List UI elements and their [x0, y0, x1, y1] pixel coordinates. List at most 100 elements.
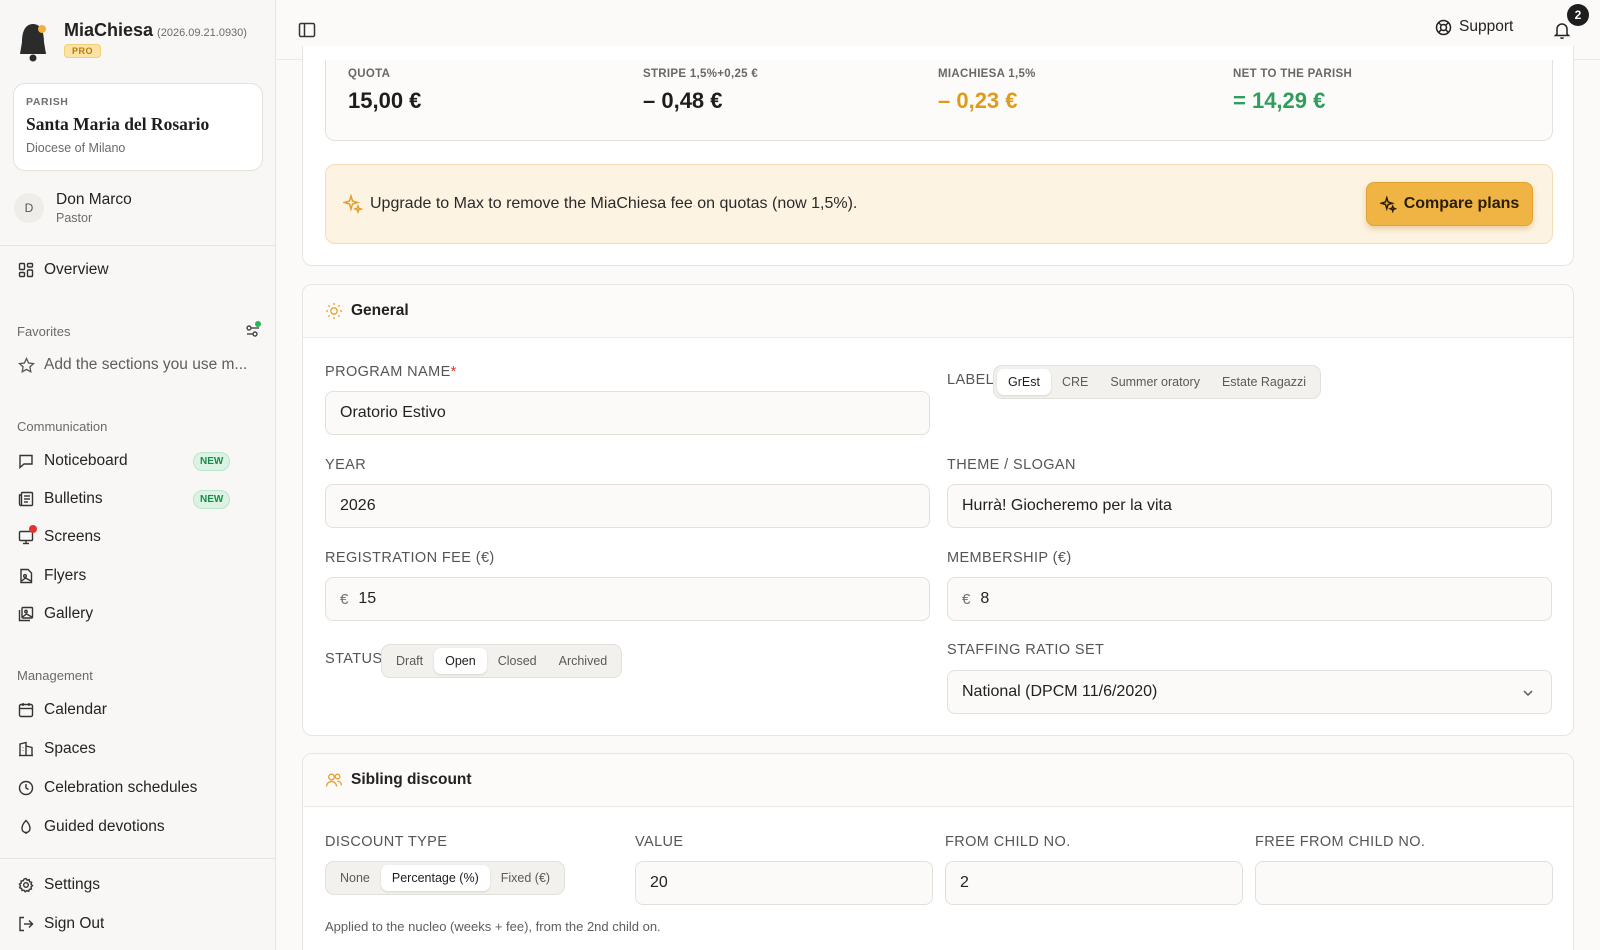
- discount-option-percentage[interactable]: Percentage (%): [380, 865, 490, 891]
- calendar-icon: [17, 701, 35, 719]
- avatar: D: [14, 193, 44, 223]
- sidebar-item-bulletins[interactable]: Bulletins NEW: [17, 484, 261, 514]
- flame-icon: [17, 818, 35, 836]
- label-option-summer-oratory[interactable]: Summer oratory: [1099, 369, 1211, 395]
- status-option-open[interactable]: Open: [434, 648, 487, 674]
- lifebuoy-icon: [1435, 19, 1452, 35]
- fee-kicker: MIACHIESA 1,5%: [938, 68, 1036, 80]
- sidebar-item-calendar[interactable]: Calendar: [17, 695, 261, 725]
- parish-kicker: PARISH: [26, 96, 69, 108]
- status-option-draft[interactable]: Draft: [385, 648, 434, 674]
- label-option-cre[interactable]: CRE: [1051, 369, 1099, 395]
- support-label: Support: [1459, 18, 1514, 35]
- theme-label: THEME / SLOGAN: [947, 457, 1076, 473]
- compare-plans-button[interactable]: Compare plans: [1366, 182, 1533, 226]
- sidebar-item-flyers[interactable]: Flyers: [17, 561, 261, 591]
- staffing-value: National (DPCM 11/6/2020): [962, 683, 1158, 700]
- upgrade-banner: Upgrade to Max to remove the MiaChiesa f…: [325, 164, 1553, 244]
- sidebar-item-label: Overview: [44, 261, 109, 278]
- parish-name: Santa Maria del Rosario: [26, 114, 210, 134]
- favorites-hint: Add the sections you use m...: [17, 350, 261, 380]
- sidebar-item-label: Settings: [44, 876, 101, 893]
- label-label: LABEL: [947, 372, 995, 388]
- membership-value: 8: [980, 590, 990, 607]
- support-button[interactable]: Support: [1435, 18, 1513, 36]
- sidebar-item-gallery[interactable]: Gallery: [17, 599, 261, 629]
- message-square-icon: [17, 452, 35, 470]
- sign-out-button[interactable]: Sign Out: [17, 909, 261, 939]
- currency-prefix: €: [962, 590, 971, 608]
- fee-miachiesa: MIACHIESA 1,5% – 0,23 €: [938, 68, 1036, 114]
- from-child-input[interactable]: 2: [945, 861, 1243, 905]
- sidebar-item-guided-devotions[interactable]: Guided devotions: [17, 812, 261, 842]
- parish-card[interactable]: PARISH Santa Maria del Rosario Diocese o…: [13, 83, 263, 171]
- discount-value-input[interactable]: 20: [635, 861, 933, 905]
- parish-diocese: Diocese of Milano: [26, 141, 126, 155]
- divider: [0, 858, 276, 859]
- gear-icon: [17, 876, 35, 894]
- membership-input[interactable]: € 8: [947, 577, 1552, 621]
- app-version: (2026.09.21.0930): [157, 27, 247, 39]
- notification-bell-icon[interactable]: [1552, 20, 1572, 40]
- year-input[interactable]: 2026: [325, 484, 930, 528]
- new-badge: NEW: [193, 451, 231, 471]
- status-option-archived[interactable]: Archived: [548, 648, 619, 674]
- status-segmented-control: Draft Open Closed Archived: [381, 644, 623, 678]
- sparkles-icon: [343, 194, 363, 214]
- fee-value: = 14,29 €: [1233, 88, 1326, 113]
- sidebar-item-noticeboard[interactable]: Noticeboard NEW: [17, 446, 261, 476]
- management-title: Management: [17, 668, 93, 683]
- bell-logo-icon: [20, 24, 46, 62]
- sidebar-item-celebration-schedules[interactable]: Celebration schedules: [17, 773, 261, 803]
- membership-label: MEMBERSHIP (€): [947, 550, 1072, 566]
- fee-value: – 0,23 €: [938, 88, 1018, 113]
- sidebar-item-label: Screens: [44, 528, 101, 545]
- registration-fee-input[interactable]: € 15: [325, 577, 930, 621]
- fee-value: 15,00 €: [348, 88, 422, 113]
- clock-icon: [17, 779, 35, 797]
- sidebar-item-label: Gallery: [44, 605, 94, 622]
- sparkles-icon: [1379, 195, 1397, 213]
- sidebar-item-screens[interactable]: Screens: [17, 522, 261, 552]
- free-from-child-input[interactable]: [1255, 861, 1553, 905]
- general-card: General PROGRAM NAME* Oratorio Estivo LA…: [302, 284, 1574, 736]
- free-from-child-label: FREE FROM CHILD NO.: [1255, 834, 1426, 850]
- theme-input[interactable]: Hurrà! Giocheremo per la vita: [947, 484, 1552, 528]
- sidebar-item-label: Bulletins: [44, 490, 103, 507]
- label-option-grest[interactable]: GrEst: [997, 369, 1051, 395]
- discount-option-none[interactable]: None: [329, 865, 381, 891]
- user-role: Pastor: [56, 211, 93, 225]
- fee-breakdown: QUOTA 15,00 € STRIPE 1,5%+0,25 € – 0,48 …: [325, 60, 1553, 141]
- sidebar-item-spaces[interactable]: Spaces: [17, 734, 261, 764]
- sidebar-item-label: Flyers: [44, 567, 87, 584]
- sidebar-item-overview[interactable]: Overview: [17, 255, 261, 285]
- favorites-title: Favorites: [17, 324, 71, 339]
- registration-fee-label: REGISTRATION FEE (€): [325, 550, 495, 566]
- sidebar-item-label: Noticeboard: [44, 452, 128, 469]
- fee-net: NET TO THE PARISH = 14,29 €: [1233, 68, 1352, 114]
- status-label: STATUS: [325, 651, 383, 667]
- program-name-input[interactable]: Oratorio Estivo: [325, 391, 930, 435]
- sidebar-item-settings[interactable]: Settings: [17, 870, 261, 900]
- discount-option-fixed[interactable]: Fixed (€): [490, 865, 561, 891]
- user-row[interactable]: D Don Marco Pastor: [14, 191, 132, 225]
- chevron-down-icon: [1523, 690, 1533, 697]
- sidebar-item-label: Celebration schedules: [44, 779, 198, 796]
- sidebar-toggle-icon[interactable]: [297, 20, 317, 40]
- card-header: General: [303, 285, 1573, 338]
- currency-prefix: €: [340, 590, 349, 608]
- sidebar-item-label: Spaces: [44, 740, 96, 757]
- customize-favorites-icon[interactable]: [244, 321, 262, 339]
- fee-kicker: QUOTA: [348, 68, 391, 80]
- user-name: Don Marco: [56, 191, 132, 208]
- sibling-discount-card: Sibling discount DISCOUNT TYPE None Perc…: [302, 753, 1574, 950]
- sidebar-item-label: Calendar: [44, 701, 107, 718]
- value-label: VALUE: [635, 834, 684, 850]
- sun-icon: [326, 303, 342, 319]
- status-option-closed[interactable]: Closed: [487, 648, 548, 674]
- staffing-select[interactable]: National (DPCM 11/6/2020): [947, 670, 1552, 714]
- label-option-estate-ragazzi[interactable]: Estate Ragazzi: [1211, 369, 1317, 395]
- card-header: Sibling discount: [303, 754, 1573, 807]
- discount-helper-text: Applied to the nucleo (weeks + fee), fro…: [325, 919, 661, 934]
- fee-kicker: STRIPE 1,5%+0,25 €: [643, 68, 759, 80]
